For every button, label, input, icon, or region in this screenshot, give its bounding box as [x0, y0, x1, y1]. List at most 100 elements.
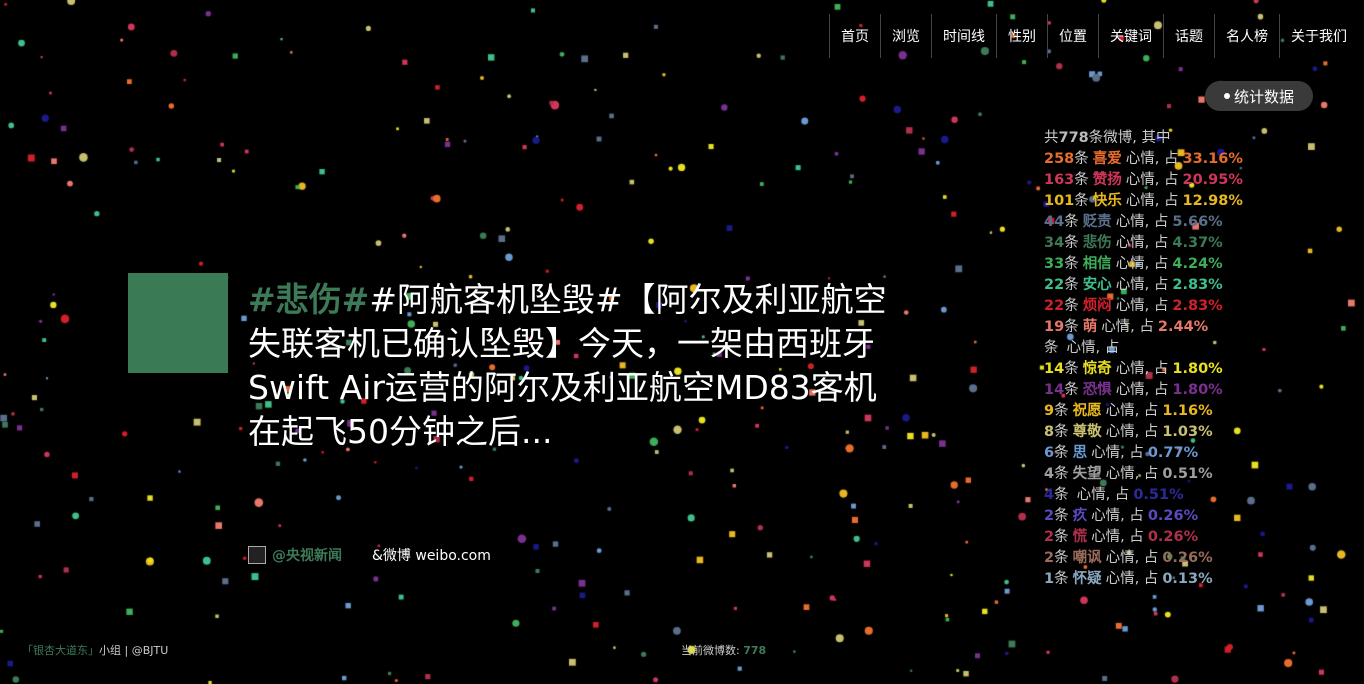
emotion-unit: 条	[1044, 340, 1059, 356]
emotion-unit: 条	[1064, 319, 1079, 335]
count-label: 当前微博数:	[681, 644, 740, 657]
emotion-name: 尊敬	[1072, 424, 1102, 440]
nav-item[interactable]: 话题	[1163, 14, 1214, 58]
emotion-row: 14条 惊奇 心情, 占 1.80%	[1044, 359, 1243, 380]
emotion-count: 19	[1044, 319, 1065, 335]
emotion-unit: 条	[1054, 550, 1069, 566]
emotion-name: 快乐	[1092, 193, 1122, 209]
emotion-list: 258条 喜爱 心情, 占 33.16% 163条 赞扬 心情, 占 20.95% 101条 快乐…	[1044, 149, 1243, 590]
emotion-mid: 心情, 占	[1115, 256, 1169, 272]
emotion-count: 33	[1044, 256, 1065, 272]
emotion-row: 4条 心情, 占 0.51%	[1044, 485, 1243, 506]
emotion-unit: 条	[1054, 424, 1069, 440]
nav-item[interactable]: 关于我们	[1279, 14, 1358, 58]
emotion-unit: 条	[1054, 445, 1069, 461]
avatar	[128, 273, 228, 373]
emotion-mid: 心情, 占	[1105, 424, 1159, 440]
emotion-unit: 条	[1054, 403, 1069, 419]
emotion-count: 14	[1044, 382, 1065, 398]
emotion-row: 4条 失望 心情, 占 0.51%	[1044, 464, 1243, 485]
emotion-row: 22条 安心 心情, 占 2.83%	[1044, 275, 1243, 296]
emotion-name: 失望	[1072, 466, 1102, 482]
emotion-stats: 共778条微博, 其中 258条 喜爱 心情, 占 33.16% 163条 赞扬 心情, 占…	[1044, 128, 1243, 590]
stats-button[interactable]: 统计数据	[1205, 81, 1313, 111]
nav-item[interactable]: 位置	[1047, 14, 1098, 58]
broken-image-icon	[248, 546, 266, 564]
emotion-count: 34	[1044, 235, 1065, 251]
emotion-row: 34条 悲伤 心情, 占 4.37%	[1044, 233, 1243, 254]
emotion-count: 4	[1044, 466, 1055, 482]
emotion-percent: 33.16%	[1182, 151, 1243, 167]
emotion-name: 惊奇	[1082, 361, 1112, 377]
nav-item[interactable]: 首页	[829, 14, 880, 58]
nav-item[interactable]: 时间线	[931, 14, 996, 58]
nav-item[interactable]: 浏览	[880, 14, 931, 58]
emotion-name: 怀疑	[1072, 571, 1102, 587]
emotion-name: 安心	[1082, 277, 1112, 293]
emotion-percent: 1.16%	[1162, 403, 1213, 419]
emotion-mid: 心情, 占	[1066, 340, 1120, 356]
emotion-row: 1条 怀疑 心情, 占 0.13%	[1044, 569, 1243, 590]
nav-item[interactable]: 性别	[996, 14, 1047, 58]
emotion-percent: 2.44%	[1157, 319, 1209, 335]
emotion-unit: 条	[1064, 256, 1079, 272]
emotion-row: 101条 快乐 心情, 占 12.98%	[1044, 191, 1243, 212]
emotion-row: 条心情, 占	[1044, 338, 1243, 359]
emotion-percent: 1.80%	[1172, 361, 1223, 377]
emotion-percent: 4.24%	[1172, 256, 1223, 272]
emotion-name: 祝愿	[1072, 403, 1102, 419]
dot-icon	[1223, 93, 1230, 99]
emotion-unit: 条	[1064, 298, 1079, 314]
emotion-mid: 心情, 占	[1115, 298, 1169, 314]
emotion-percent: 0.26%	[1162, 550, 1213, 566]
summary-total: 778	[1058, 130, 1089, 146]
user-link[interactable]: @央视新闻	[272, 545, 342, 565]
footer-credit: 「银杏大道东」小组 | @BJTU	[22, 642, 168, 658]
emotion-mid: 心情, 占	[1115, 214, 1169, 230]
emotion-name: 思	[1072, 445, 1088, 461]
emotion-percent: 4.37%	[1172, 235, 1223, 251]
emotion-count: 9	[1044, 403, 1055, 419]
emotion-percent: 0.51%	[1133, 487, 1184, 503]
emotion-mid: 心情, 占	[1091, 508, 1144, 524]
emotion-count: 2	[1044, 550, 1055, 566]
emotion-mid: 心情, 占	[1115, 277, 1169, 293]
emotion-count: 14	[1044, 361, 1065, 377]
emotion-mid: 心情, 占	[1091, 529, 1144, 545]
emotion-mid: 心情, 占	[1105, 550, 1159, 566]
emotion-row: 2条 嘲讽 心情, 占 0.26%	[1044, 548, 1243, 569]
emotion-name: 赞扬	[1092, 172, 1122, 188]
emotion-mid: 心情, 占	[1115, 382, 1169, 398]
emotion-count: 163	[1044, 172, 1075, 188]
emotion-percent: 0.26%	[1147, 508, 1199, 524]
emotion-row: 14条 恐惧 心情, 占 1.80%	[1044, 380, 1243, 401]
emotion-count: 2	[1044, 529, 1055, 545]
emotion-percent: 12.98%	[1182, 193, 1243, 209]
emotion-unit: 条	[1054, 466, 1069, 482]
emotion-tag: #悲伤#	[248, 280, 370, 319]
emotion-name: 贬责	[1082, 214, 1112, 230]
emotion-percent: 1.80%	[1172, 382, 1223, 398]
emotion-row: 44条 贬责 心情, 占 5.66%	[1044, 212, 1243, 233]
nav-item[interactable]: 关键词	[1098, 14, 1163, 58]
emotion-mid: 心情, 占	[1105, 571, 1159, 587]
emotion-count: 258	[1044, 151, 1075, 167]
emotion-count: 8	[1044, 424, 1055, 440]
emotion-unit: 条	[1064, 214, 1079, 230]
top-nav: 首页 浏览 时间线 性别 位置 关键词 话题 名人榜 关于我们	[829, 14, 1358, 58]
emotion-mid: 心情, 占	[1125, 193, 1179, 209]
emotion-unit: 条	[1054, 529, 1069, 545]
emotion-percent: 0.26%	[1147, 529, 1199, 545]
emotion-count: 22	[1044, 277, 1065, 293]
source-link[interactable]: &微博 weibo.com	[372, 545, 491, 565]
footer-group[interactable]: 「银杏大道东」	[22, 644, 99, 657]
stats-button-label: 统计数据	[1233, 87, 1294, 106]
emotion-row: 6条思心情, 占 0.77%	[1044, 443, 1243, 464]
emotion-percent: 2.83%	[1172, 298, 1223, 314]
nav-item[interactable]: 名人榜	[1214, 14, 1279, 58]
emotion-name: 萌	[1082, 319, 1098, 335]
emotion-name: 慌	[1072, 529, 1088, 545]
emotion-row: 22条 烦闷 心情, 占 2.83%	[1044, 296, 1243, 317]
emotion-count: 1	[1044, 571, 1055, 587]
emotion-name: 相信	[1082, 256, 1112, 272]
